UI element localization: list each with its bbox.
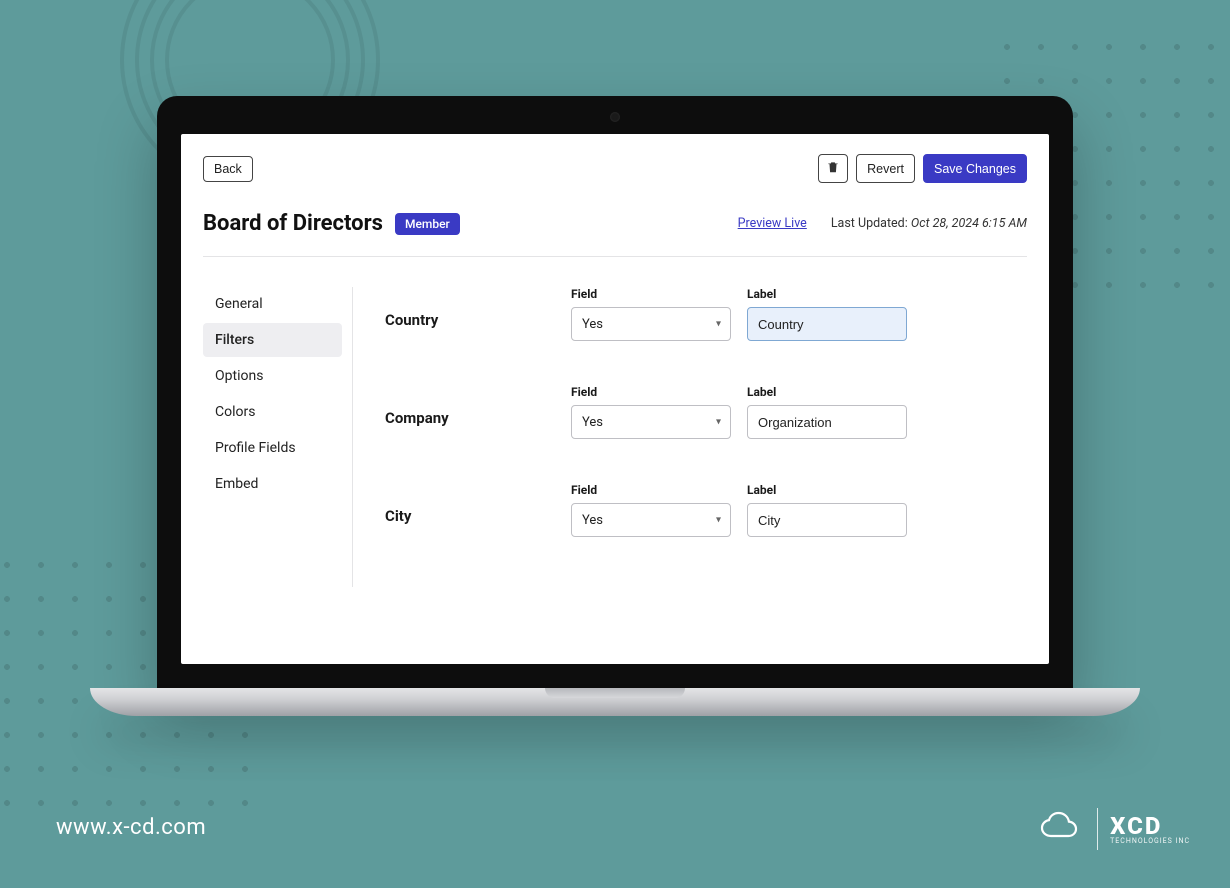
back-button[interactable]: Back <box>203 156 253 182</box>
top-toolbar: Back Revert Save Changes <box>203 154 1027 183</box>
filter-name: City <box>385 483 555 525</box>
brand-name: XCD <box>1110 814 1190 838</box>
app-screen: Back Revert Save Changes Board of Direct… <box>181 134 1049 664</box>
cloud-icon <box>1037 810 1085 848</box>
brand-logo: XCD TECHNOLOGIES INC <box>1037 808 1190 850</box>
filter-name: Company <box>385 385 555 427</box>
field-header-label: Field <box>571 483 731 497</box>
label-header-label: Label <box>747 287 907 301</box>
camera-icon <box>610 112 620 122</box>
field-select[interactable]: Yes <box>571 405 731 439</box>
trash-icon <box>826 160 840 177</box>
label-input[interactable] <box>747 405 907 439</box>
filter-name: Country <box>385 287 555 329</box>
settings-sidebar: GeneralFiltersOptionsColorsProfile Field… <box>203 287 353 587</box>
sidebar-item-options[interactable]: Options <box>203 359 342 393</box>
last-updated-value: Oct 28, 2024 6:15 AM <box>911 216 1027 231</box>
footer-url: www.x-cd.com <box>56 815 206 840</box>
filter-row: CountryFieldYes▾Label <box>385 287 1027 341</box>
label-input[interactable] <box>747 503 907 537</box>
page-header: Board of Directors Member Preview Live L… <box>203 211 1027 257</box>
last-updated: Last Updated: Oct 28, 2024 6:15 AM <box>831 216 1027 231</box>
preview-live-link[interactable]: Preview Live <box>738 216 807 231</box>
filter-row: CompanyFieldYes▾Label <box>385 385 1027 439</box>
filter-row: CityFieldYes▾Label <box>385 483 1027 537</box>
field-select[interactable]: Yes <box>571 503 731 537</box>
member-badge: Member <box>395 213 460 235</box>
filters-panel: CountryFieldYes▾LabelCompanyFieldYes▾Lab… <box>353 287 1027 587</box>
field-header-label: Field <box>571 385 731 399</box>
laptop-frame: Back Revert Save Changes Board of Direct… <box>157 96 1073 716</box>
sidebar-item-embed[interactable]: Embed <box>203 467 342 501</box>
label-header-label: Label <box>747 483 907 497</box>
revert-button[interactable]: Revert <box>856 154 915 183</box>
delete-button[interactable] <box>818 154 848 183</box>
sidebar-item-profile-fields[interactable]: Profile Fields <box>203 431 342 465</box>
sidebar-item-colors[interactable]: Colors <box>203 395 342 429</box>
field-header-label: Field <box>571 287 731 301</box>
label-input[interactable] <box>747 307 907 341</box>
sidebar-item-general[interactable]: General <box>203 287 342 321</box>
field-select[interactable]: Yes <box>571 307 731 341</box>
label-header-label: Label <box>747 385 907 399</box>
brand-subtitle: TECHNOLOGIES INC <box>1110 838 1190 845</box>
page-title: Board of Directors <box>203 211 383 236</box>
save-button[interactable]: Save Changes <box>923 154 1027 183</box>
laptop-base <box>90 688 1140 716</box>
sidebar-item-filters[interactable]: Filters <box>203 323 342 357</box>
